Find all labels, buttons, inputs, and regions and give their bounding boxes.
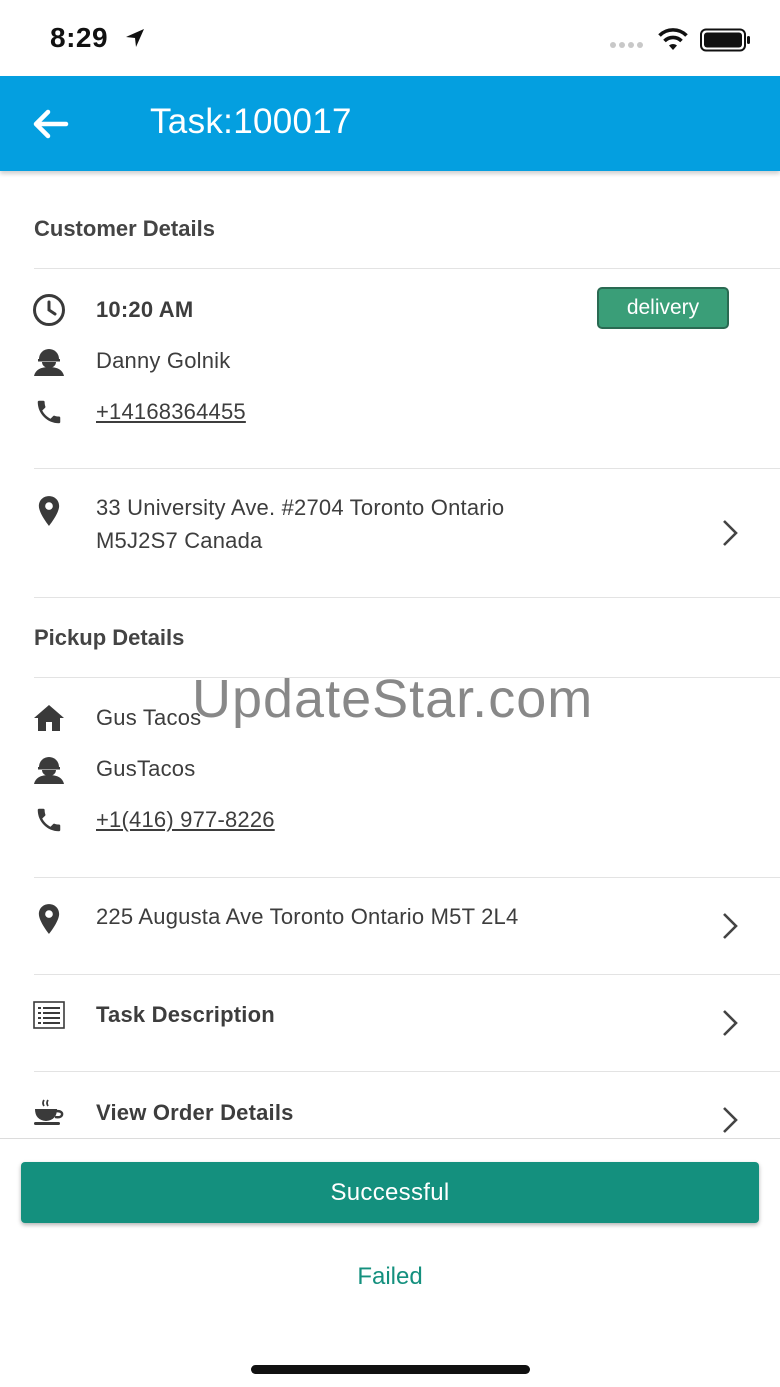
coffee-cup-icon	[32, 1096, 66, 1130]
list-icon	[32, 998, 66, 1032]
home-icon	[32, 701, 66, 735]
view-order-details-label: View Order Details	[96, 1100, 294, 1125]
customer-phone-link[interactable]: +14168364455	[96, 399, 246, 425]
watermark: UpdateStar.com	[192, 669, 594, 729]
back-arrow-icon[interactable]	[28, 104, 72, 144]
customer-address-line2: M5J2S7 Canada	[96, 528, 263, 553]
app-bar: Task:100017	[0, 76, 780, 171]
clock-icon	[32, 293, 66, 327]
pickup-place-name: Gus Tacos	[96, 705, 202, 730]
wifi-icon	[658, 28, 688, 50]
divider	[34, 877, 780, 878]
delivery-time: 10:20 AM	[96, 297, 194, 322]
failed-button[interactable]: Failed	[290, 1257, 490, 1297]
person-icon	[32, 752, 66, 786]
page-title: Task:100017	[150, 102, 352, 141]
location-pin-icon	[32, 494, 66, 528]
customer-name: Danny Golnik	[96, 348, 231, 373]
location-pin-icon	[32, 902, 66, 936]
home-indicator[interactable]	[251, 1365, 530, 1374]
task-description-label: Task Description	[96, 1002, 275, 1027]
cellular-signal-icon	[610, 42, 643, 48]
chevron-right-icon	[723, 1010, 738, 1036]
location-arrow-icon	[126, 29, 144, 47]
divider	[34, 597, 780, 598]
status-time: 8:29	[50, 22, 109, 53]
divider	[34, 268, 780, 269]
action-panel: Successful Failed	[0, 1138, 780, 1387]
pickup-contact-name: GusTacos	[96, 756, 196, 781]
customer-address-line1: 33 University Ave. #2704 Toronto Ontario	[96, 495, 505, 520]
divider	[34, 468, 780, 469]
divider	[34, 1071, 780, 1072]
pickup-details-header: Pickup Details	[34, 625, 185, 650]
phone-icon	[32, 803, 66, 837]
status-bar: 8:29	[0, 0, 780, 76]
divider	[34, 974, 780, 975]
person-icon	[32, 344, 66, 378]
battery-icon	[700, 28, 750, 52]
chevron-right-icon	[723, 1107, 738, 1133]
customer-details-header: Customer Details	[34, 216, 215, 241]
chevron-right-icon	[723, 520, 738, 546]
successful-button[interactable]: Successful	[21, 1162, 759, 1223]
task-type-badge: delivery	[597, 287, 729, 329]
chevron-right-icon	[723, 913, 738, 939]
pickup-address: 225 Augusta Ave Toronto Ontario M5T 2L4	[96, 904, 519, 929]
pickup-phone-link[interactable]: +1(416) 977-8226	[96, 807, 275, 833]
phone-icon	[32, 395, 66, 429]
